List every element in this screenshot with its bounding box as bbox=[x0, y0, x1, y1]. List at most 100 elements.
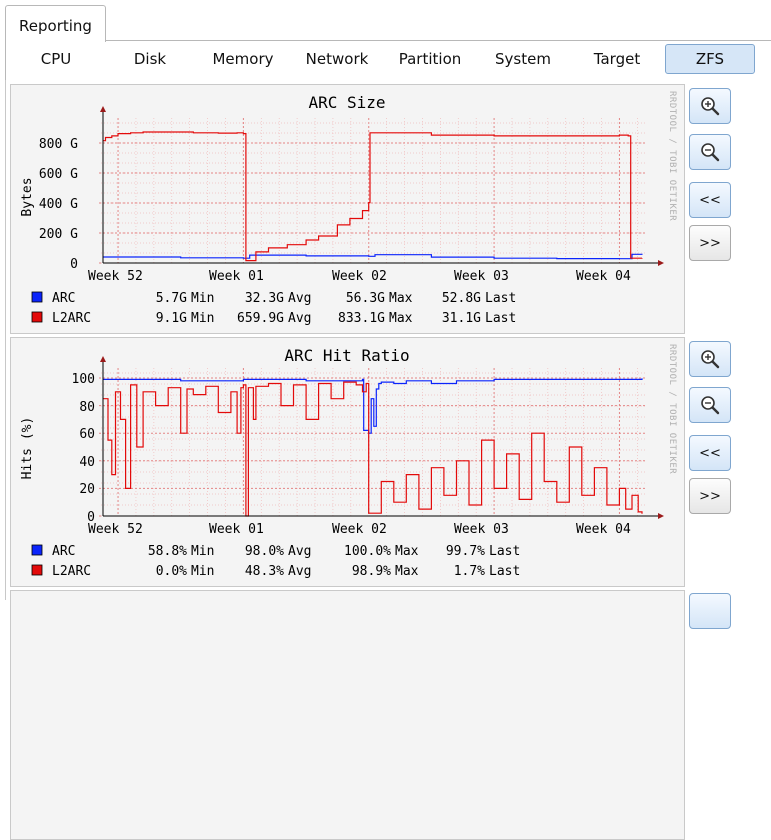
zoom-in-button[interactable] bbox=[689, 593, 731, 629]
x-axis-arrow bbox=[658, 513, 664, 519]
legend-min-value: 0.0% bbox=[156, 564, 187, 579]
back-button[interactable]: << bbox=[689, 435, 731, 471]
legend-last-word: Last bbox=[485, 291, 516, 306]
xtick-label: Week 04 bbox=[576, 269, 631, 284]
legend-swatch-l2arc bbox=[31, 311, 43, 323]
legend-max-word: Max bbox=[389, 311, 413, 326]
tab-zfs[interactable]: ZFS bbox=[665, 44, 755, 74]
legend-swatch-arc bbox=[31, 291, 43, 303]
legend-name: L2ARC bbox=[52, 311, 91, 326]
legend-max-value: 100.0% bbox=[344, 544, 391, 559]
ytick-label: 800 G bbox=[39, 137, 78, 152]
legend-min-word: Min bbox=[191, 291, 214, 306]
ytick-label: 40 bbox=[79, 455, 95, 470]
legend-last-word: Last bbox=[489, 544, 520, 559]
zoom-out-icon bbox=[701, 143, 720, 162]
zoom-in-icon bbox=[701, 350, 720, 369]
arc-size-ylabel: Bytes bbox=[20, 177, 35, 216]
series-line-arc bbox=[103, 253, 643, 260]
y-axis-arrow bbox=[100, 356, 106, 362]
reporting-content: ARC Size Bytes RRDTOOL / TOBI OETIKER 0 … bbox=[5, 80, 771, 840]
tab-cpu[interactable]: CPU bbox=[6, 44, 106, 74]
legend-min-value: 5.7G bbox=[156, 291, 187, 306]
zoom-in-icon bbox=[701, 97, 720, 116]
ytick-label: 200 G bbox=[39, 227, 78, 242]
forward-button[interactable]: >> bbox=[689, 478, 731, 514]
legend-last-value: 31.1G bbox=[442, 311, 481, 326]
legend-min-word: Min bbox=[191, 311, 214, 326]
arc-hit-ratio-chart: ARC Hit Ratio Hits (%) RRDTOOL / TOBI OE… bbox=[20, 344, 677, 579]
legend-min-value: 9.1G bbox=[156, 311, 187, 326]
x-axis-arrow bbox=[658, 260, 664, 266]
zoom-in-button[interactable] bbox=[689, 88, 731, 124]
legend-avg-word: Avg bbox=[288, 544, 311, 559]
legend-last-value: 52.8G bbox=[442, 291, 481, 306]
forward-button[interactable]: >> bbox=[689, 225, 731, 261]
zoom-out-button[interactable] bbox=[689, 134, 731, 170]
rrdtool-credit: RRDTOOL / TOBI OETIKER bbox=[667, 91, 677, 221]
legend-row-arc: ARC 58.8% Min 98.0% Avg 100.0% Max 99.7%… bbox=[31, 544, 520, 559]
arc-size-title: ARC Size bbox=[308, 93, 385, 112]
legend-avg-value: 98.0% bbox=[245, 544, 284, 559]
ytick-label: 20 bbox=[79, 482, 95, 497]
legend-swatch-arc bbox=[31, 544, 43, 556]
legend-min-value: 58.8% bbox=[148, 544, 187, 559]
legend-min-word: Min bbox=[191, 564, 214, 579]
xtick-label: Week 03 bbox=[454, 269, 509, 284]
tab-disk[interactable]: Disk bbox=[100, 44, 200, 74]
xtick-label: Week 01 bbox=[209, 522, 264, 537]
legend-name: L2ARC bbox=[52, 564, 91, 579]
arc-size-chart: ARC Size Bytes RRDTOOL / TOBI OETIKER 0 … bbox=[20, 91, 677, 326]
legend-last-value: 1.7% bbox=[454, 564, 485, 579]
legend-row-l2arc: L2ARC 0.0% Min 48.3% Avg 98.9% Max 1.7% … bbox=[31, 564, 520, 579]
back-button[interactable]: << bbox=[689, 182, 731, 218]
series-line-l2arc bbox=[103, 381, 643, 517]
tab-reporting[interactable]: Reporting bbox=[5, 5, 106, 42]
legend-row-l2arc: L2ARC 9.1G Min 659.9G Avg 833.1G Max 31.… bbox=[31, 311, 516, 326]
xtick-label: Week 01 bbox=[209, 269, 264, 284]
zoom-out-icon bbox=[701, 396, 720, 415]
arc-hit-ratio-title: ARC Hit Ratio bbox=[284, 346, 409, 365]
legend-swatch-l2arc bbox=[31, 564, 43, 576]
zoom-in-button[interactable] bbox=[689, 341, 731, 377]
xtick-label: Week 03 bbox=[454, 522, 509, 537]
legend-min-word: Min bbox=[191, 544, 214, 559]
legend-max-value: 98.9% bbox=[352, 564, 391, 579]
legend-avg-value: 32.3G bbox=[245, 291, 284, 306]
ytick-label: 600 G bbox=[39, 167, 78, 182]
tab-partition[interactable]: Partition bbox=[380, 44, 480, 74]
legend-max-value: 56.3G bbox=[346, 291, 385, 306]
xtick-label: Week 02 bbox=[332, 269, 387, 284]
legend-last-value: 99.7% bbox=[446, 544, 485, 559]
xtick-label: Week 04 bbox=[576, 522, 631, 537]
ytick-label: 400 G bbox=[39, 197, 78, 212]
series-line-l2arc bbox=[103, 131, 643, 262]
legend-max-word: Max bbox=[395, 564, 419, 579]
legend-avg-value: 48.3% bbox=[245, 564, 284, 579]
zoom-out-button[interactable] bbox=[689, 387, 731, 423]
legend-avg-value: 659.9G bbox=[237, 311, 284, 326]
legend-avg-word: Avg bbox=[288, 564, 311, 579]
legend-max-word: Max bbox=[395, 544, 419, 559]
arc-hit-ratio-ylabel: Hits (%) bbox=[20, 417, 35, 480]
graph-next bbox=[10, 590, 685, 840]
legend-avg-word: Avg bbox=[288, 311, 311, 326]
legend-max-word: Max bbox=[389, 291, 413, 306]
xtick-label: Week 52 bbox=[88, 522, 143, 537]
tab-target[interactable]: Target bbox=[567, 44, 667, 74]
graph-arc-size: ARC Size Bytes RRDTOOL / TOBI OETIKER 0 … bbox=[10, 84, 685, 334]
xtick-label: Week 02 bbox=[332, 522, 387, 537]
tab-network[interactable]: Network bbox=[287, 44, 387, 74]
graph-arc-hit-ratio: ARC Hit Ratio Hits (%) RRDTOOL / TOBI OE… bbox=[10, 337, 685, 587]
tab-system[interactable]: System bbox=[473, 44, 573, 74]
y-axis-arrow bbox=[100, 106, 106, 112]
legend-max-value: 833.1G bbox=[338, 311, 385, 326]
legend-row-arc: ARC 5.7G Min 32.3G Avg 56.3G Max 52.8G L… bbox=[31, 291, 516, 306]
ytick-label: 100 bbox=[72, 372, 95, 387]
tab-memory[interactable]: Memory bbox=[193, 44, 293, 74]
legend-last-word: Last bbox=[489, 564, 520, 579]
legend-avg-word: Avg bbox=[288, 291, 311, 306]
ytick-label: 60 bbox=[79, 427, 95, 442]
xtick-label: Week 52 bbox=[88, 269, 143, 284]
tab-reporting-label: Reporting bbox=[19, 17, 92, 35]
